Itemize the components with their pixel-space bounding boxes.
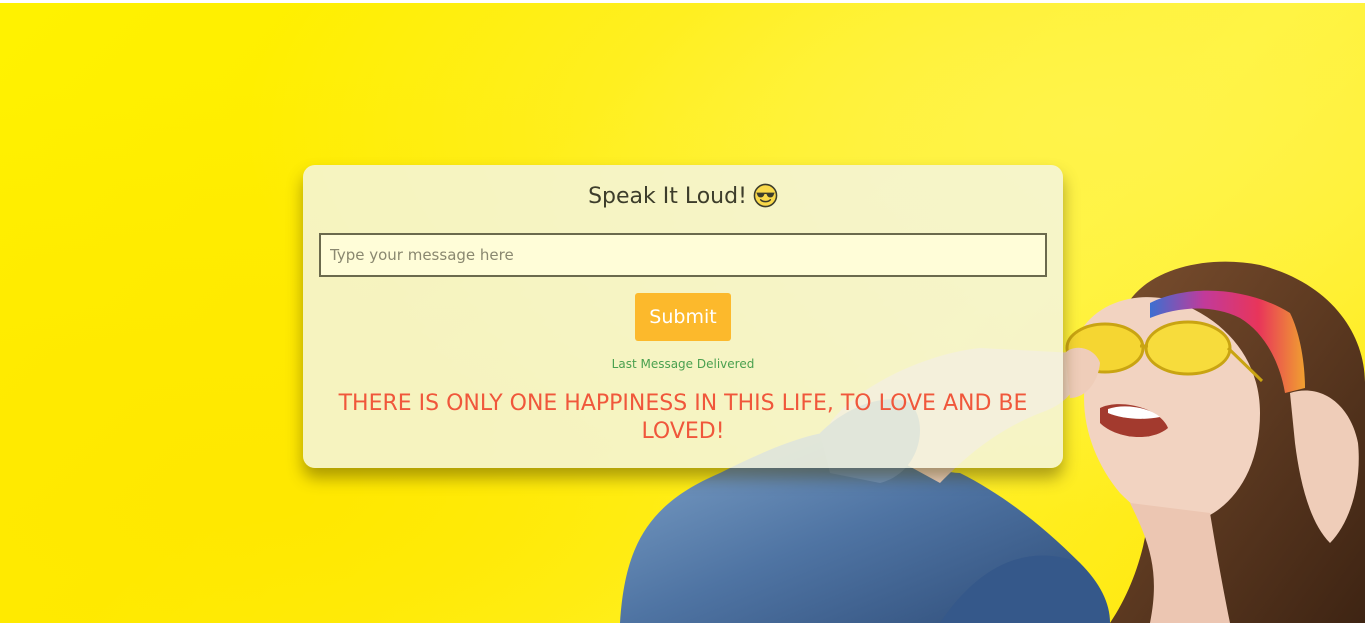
card-title: Speak It Loud! [303,181,1063,213]
card-title-text: Speak It Loud! [588,184,747,209]
background-image: Speak It Loud! Submit Last Message Deliv… [0,3,1365,623]
last-message: THERE IS ONLY ONE HAPPINESS IN THIS LIFE… [338,391,1028,444]
message-input[interactable] [319,233,1047,277]
message-card: Speak It Loud! Submit Last Message Deliv… [303,165,1063,468]
delivery-status: Last Message Delivered [611,357,755,371]
submit-button[interactable]: Submit [635,293,731,341]
smiling-face-with-sunglasses-icon [753,183,778,208]
